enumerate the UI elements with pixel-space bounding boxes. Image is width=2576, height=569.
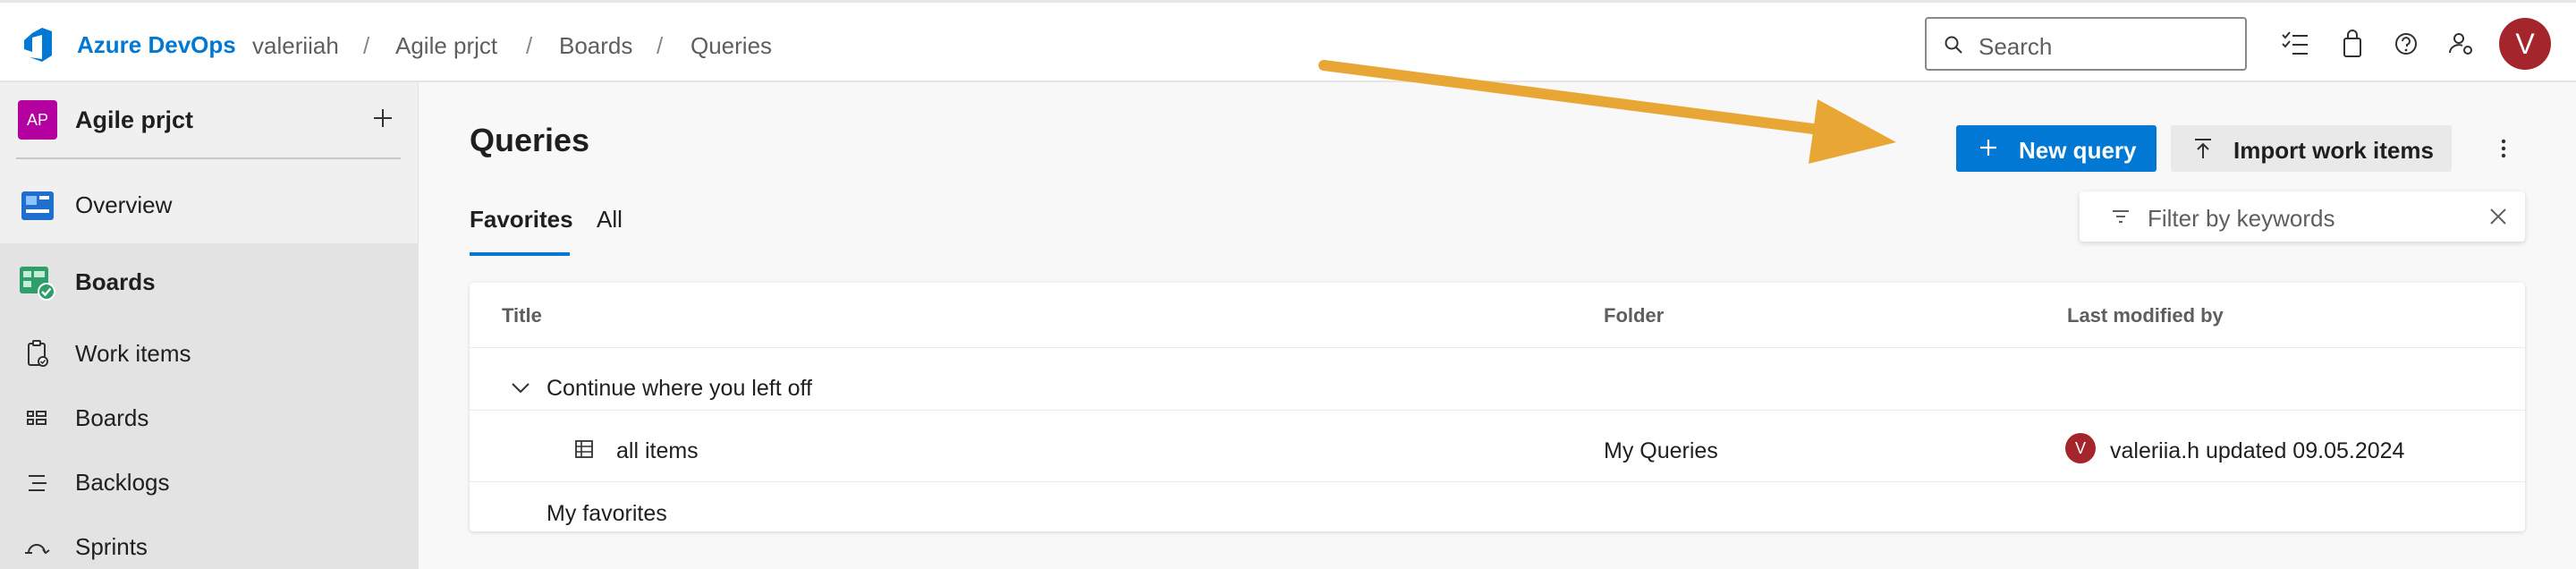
column-header-last-modified[interactable]: Last modified by — [2067, 304, 2224, 327]
filter-icon — [2113, 210, 2129, 223]
tab-all[interactable]: All — [597, 206, 623, 234]
brand-link[interactable]: Azure DevOps — [77, 31, 236, 59]
group-header-favorites[interactable]: My favorites — [547, 501, 667, 527]
breadcrumb-separator: / — [657, 32, 664, 59]
overview-icon — [21, 191, 54, 220]
project-name[interactable]: Agile prjct — [75, 106, 193, 134]
sidebar-item-label: Boards — [75, 404, 149, 431]
project-badge: AP — [18, 100, 57, 140]
shopping-bag-icon[interactable] — [2336, 28, 2368, 60]
sidebar-item-label: Overview — [75, 191, 173, 218]
queries-table: Title Folder Last modified by Continue w… — [470, 283, 2525, 531]
active-tab-indicator — [470, 252, 570, 256]
page-title: Queries — [470, 122, 590, 158]
breadcrumb-queries[interactable]: Queries — [691, 32, 772, 60]
query-table-icon — [575, 440, 593, 458]
tab-favorites[interactable]: Favorites — [470, 206, 573, 234]
sidebar-item-boards-hub[interactable]: Boards — [0, 249, 419, 313]
more-options-icon[interactable] — [2487, 132, 2520, 165]
boards-icon — [27, 411, 47, 425]
row-divider — [470, 347, 2525, 348]
row-divider — [470, 481, 2525, 482]
sidebar-item-backlogs[interactable]: Backlogs — [0, 449, 419, 514]
new-query-label: New query — [2019, 137, 2137, 164]
upload-icon — [2195, 139, 2211, 158]
sidebar-item-label: Work items — [75, 340, 191, 367]
close-icon[interactable] — [2487, 206, 2509, 227]
boards-hub-icon — [20, 267, 55, 301]
breadcrumb-project[interactable]: Agile prjct — [395, 32, 497, 60]
search-input[interactable]: Search — [1979, 33, 2052, 61]
avatar: V — [2065, 433, 2096, 463]
column-header-folder[interactable]: Folder — [1604, 304, 1664, 327]
sidebar-item-label: Boards — [75, 268, 156, 295]
breadcrumb-boards[interactable]: Boards — [559, 32, 632, 60]
sidebar-item-label: Sprints — [75, 533, 148, 560]
last-modified-text: valeriia.h updated 09.05.2024 — [2110, 438, 2405, 463]
breadcrumb-organization[interactable]: valeriiah — [252, 32, 339, 60]
sidebar-item-label: Backlogs — [75, 469, 170, 496]
breadcrumb-separator: / — [526, 32, 533, 59]
work-items-icon — [28, 340, 48, 367]
user-settings-icon[interactable] — [2445, 28, 2478, 60]
sidebar: AP Agile prjct Overview Boards Work item… — [0, 82, 419, 569]
sidebar-item-work-items[interactable]: Work items — [0, 320, 419, 385]
search-box[interactable]: Search — [1925, 17, 2247, 71]
task-list-icon[interactable] — [2279, 28, 2311, 60]
import-work-items-button[interactable]: Import work items — [2171, 125, 2452, 172]
plus-icon[interactable] — [365, 100, 401, 136]
sidebar-item-boards[interactable]: Boards — [0, 385, 419, 449]
query-folder: My Queries — [1604, 438, 1718, 463]
filter-input[interactable]: Filter by keywords — [2148, 205, 2335, 233]
search-icon — [1945, 36, 1962, 54]
chevron-down-icon[interactable] — [509, 376, 532, 399]
backlogs-icon — [29, 475, 47, 491]
sidebar-item-sprints[interactable]: Sprints — [0, 514, 419, 569]
column-header-title[interactable]: Title — [502, 304, 542, 327]
plus-icon — [1980, 140, 1996, 156]
sprints-icon — [25, 544, 50, 555]
help-icon[interactable] — [2390, 28, 2422, 60]
group-header-continue[interactable]: Continue where you left off — [547, 376, 812, 402]
import-work-items-label: Import work items — [2233, 137, 2434, 164]
azure-devops-logo-icon[interactable] — [18, 24, 57, 64]
row-divider — [470, 410, 2525, 411]
breadcrumb-separator: / — [363, 32, 370, 59]
new-query-button[interactable]: New query — [1956, 125, 2157, 172]
annotation-arrow-icon — [1318, 60, 1896, 164]
sidebar-item-overview[interactable]: Overview — [0, 172, 419, 236]
sidebar-divider — [16, 157, 401, 159]
query-title-link[interactable]: all items — [616, 438, 699, 464]
filter-box[interactable]: Filter by keywords — [2080, 191, 2525, 242]
user-avatar[interactable]: V — [2499, 18, 2551, 70]
top-bar: Azure DevOps valeriiah / Agile prjct / B… — [0, 0, 2576, 82]
